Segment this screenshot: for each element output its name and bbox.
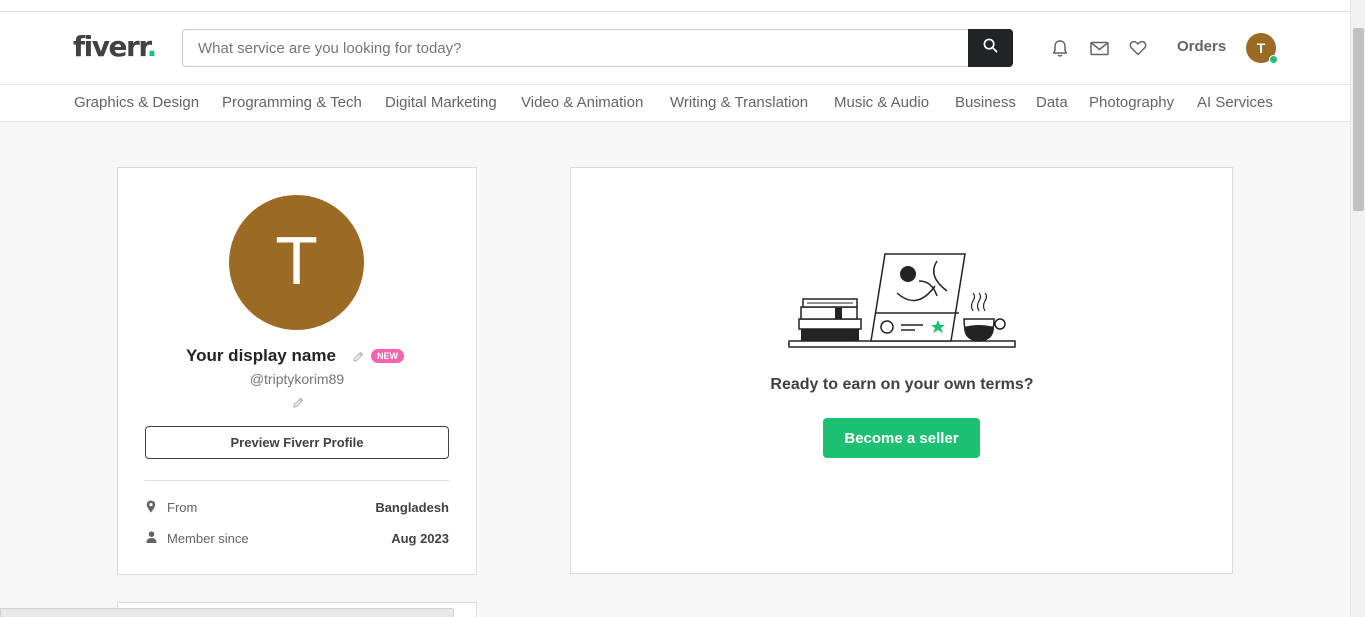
scrollbar-thumb[interactable] [1353,28,1364,211]
seller-promo-card: Ready to earn on your own terms? Become … [570,167,1233,574]
bell-icon[interactable] [1050,38,1070,58]
category-photography[interactable]: Photography [1089,94,1174,111]
become-seller-button[interactable]: Become a seller [823,418,980,458]
category-digital-marketing[interactable]: Digital Marketing [385,94,497,111]
profile-avatar[interactable]: T [229,195,364,330]
seller-illustration-icon [787,251,1017,351]
category-graphics-design[interactable]: Graphics & Design [74,94,199,111]
member-since-row: Member since Aug 2023 [145,529,449,547]
search-bar [182,29,1013,67]
user-icon [145,530,157,544]
logo-dot: . [146,30,158,63]
new-badge: NEW [371,349,404,363]
mail-icon[interactable] [1089,38,1109,58]
page-scrollbar[interactable] [1350,0,1365,617]
seller-promo-headline: Ready to earn on your own terms? [770,376,1034,393]
profile-card: T Your display name NEW @triptykorim89 P… [117,167,477,575]
search-button[interactable] [968,29,1013,67]
heart-icon[interactable] [1128,38,1148,58]
edit-name-pencil-icon[interactable] [352,351,364,363]
preview-profile-button[interactable]: Preview Fiverr Profile [145,426,449,459]
search-icon [983,38,998,58]
category-video-animation[interactable]: Video & Animation [521,94,643,111]
from-label: From [167,500,198,515]
category-programming-tech[interactable]: Programming & Tech [222,94,362,111]
category-business[interactable]: Business [955,94,1016,111]
category-nav: Graphics & Design Programming & Tech Dig… [0,85,1350,122]
member-since-label: Member since [167,531,249,546]
edit-username-pencil-icon[interactable] [292,397,304,409]
category-music-audio[interactable]: Music & Audio [834,94,929,111]
from-row: From Bangladesh [145,498,449,516]
logo-text: fiverr [73,30,148,63]
category-data[interactable]: Data [1036,94,1068,111]
member-since-value: Aug 2023 [391,531,449,546]
browser-status-bar [0,608,454,617]
orders-link[interactable]: Orders [1177,38,1226,55]
online-status-dot [1269,55,1278,64]
browser-top-strip [0,0,1350,12]
profile-divider [145,480,449,481]
username: @triptykorim89 [249,371,345,387]
category-ai-services[interactable]: AI Services [1197,94,1273,111]
from-value: Bangladesh [375,500,449,515]
fiverr-logo[interactable]: fiverr. [73,30,158,63]
site-header: fiverr. Orders T [0,12,1350,85]
category-writing-translation[interactable]: Writing & Translation [670,94,808,111]
location-pin-icon [145,499,157,513]
display-name: Your display name [186,346,336,365]
search-input[interactable] [183,30,969,66]
